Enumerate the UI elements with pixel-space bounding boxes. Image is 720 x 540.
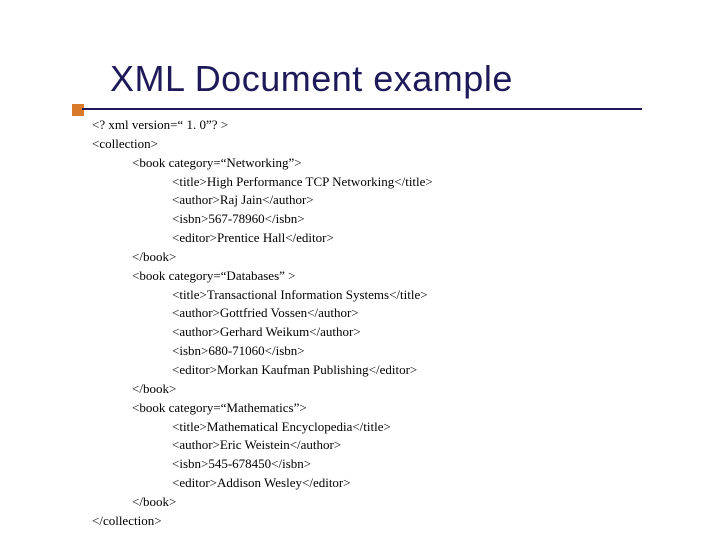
code-line: <isbn>567-78960</isbn> bbox=[92, 210, 652, 229]
code-line: </book> bbox=[92, 493, 652, 512]
code-line: </book> bbox=[92, 380, 652, 399]
title-wrap: XML Document example bbox=[110, 58, 513, 100]
code-line: <isbn>680-71060</isbn> bbox=[92, 342, 652, 361]
slide-title: XML Document example bbox=[110, 58, 513, 100]
accent-square bbox=[72, 104, 84, 116]
code-line: <author>Eric Weistein</author> bbox=[92, 436, 652, 455]
slide: XML Document example <? xml version=“ 1.… bbox=[0, 0, 720, 540]
code-line: <book category=“Mathematics”> bbox=[92, 399, 652, 418]
code-line: <collection> bbox=[92, 135, 652, 154]
slide-body: <? xml version=“ 1. 0”? ><collection><bo… bbox=[92, 116, 652, 531]
code-line: <editor>Addison Wesley</editor> bbox=[92, 474, 652, 493]
code-line: <title>High Performance TCP Networking</… bbox=[92, 173, 652, 192]
code-line: <book category=“Databases” > bbox=[92, 267, 652, 286]
code-line: <author>Gottfried Vossen</author> bbox=[92, 304, 652, 323]
code-line: <isbn>545-678450</isbn> bbox=[92, 455, 652, 474]
code-line: <title>Mathematical Encyclopedia</title> bbox=[92, 418, 652, 437]
code-line: <author>Raj Jain</author> bbox=[92, 191, 652, 210]
code-line: <author>Gerhard Weikum</author> bbox=[92, 323, 652, 342]
code-line: <? xml version=“ 1. 0”? > bbox=[92, 116, 652, 135]
code-line: </collection> bbox=[92, 512, 652, 531]
code-line: <title>Transactional Information Systems… bbox=[92, 286, 652, 305]
code-line: <editor>Prentice Hall</editor> bbox=[92, 229, 652, 248]
code-line: <editor>Morkan Kaufman Publishing</edito… bbox=[92, 361, 652, 380]
code-line: <book category=“Networking”> bbox=[92, 154, 652, 173]
title-rule bbox=[82, 108, 642, 110]
code-line: </book> bbox=[92, 248, 652, 267]
